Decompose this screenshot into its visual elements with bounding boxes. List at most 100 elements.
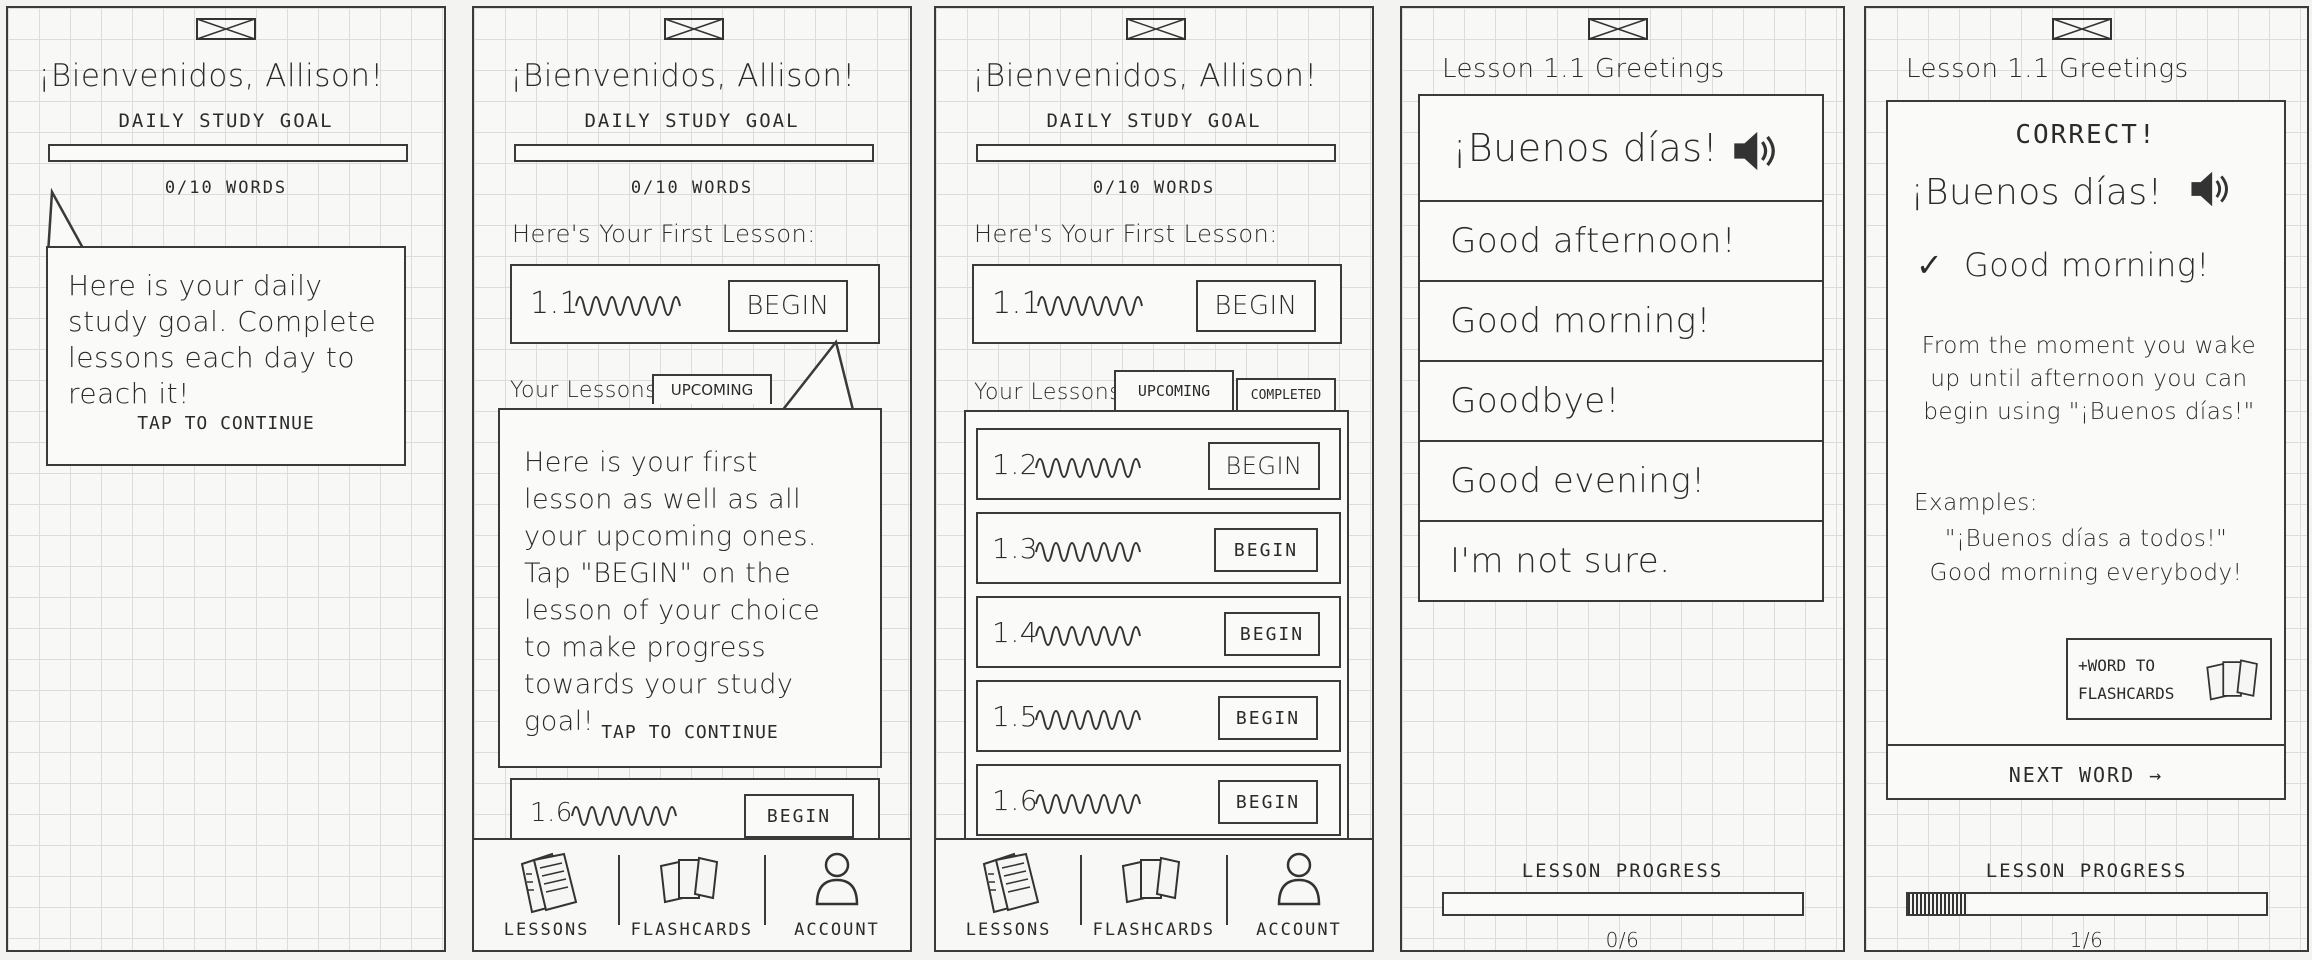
- screen-answer-result: Lesson 1.1 Greetings CORRECT! ¡Buenos dí…: [1864, 6, 2309, 952]
- tooltip-pointer: [777, 339, 856, 417]
- speaker-icon[interactable]: [1730, 128, 1782, 174]
- lesson-progress-label: LESSON PROGRESS: [1521, 860, 1724, 882]
- flashcards-icon: [2202, 654, 2264, 704]
- example-english: Good morning everybody!: [1929, 560, 2243, 586]
- logo-placeholder-icon: [196, 18, 256, 40]
- bottom-nav: LESSONS FLASHCARDS ACCOUNT: [474, 838, 910, 950]
- logo-placeholder-icon: [1588, 18, 1648, 40]
- begin-button[interactable]: BEGIN: [1208, 442, 1320, 490]
- add-to-flashcards-label: +WORD TO FLASHCARDS: [2078, 656, 2175, 703]
- lesson-title-scribble: [1034, 698, 1144, 738]
- lesson-card: 1.3 BEGIN: [976, 512, 1341, 584]
- check-icon: ✓: [1916, 246, 1944, 284]
- daily-goal-progress-bar: [48, 144, 408, 162]
- nav-lessons[interactable]: LESSONS: [936, 840, 1081, 950]
- lesson-title-scribble: [574, 284, 684, 324]
- quiz-prompt: ¡Buenos días!: [1452, 126, 1719, 170]
- logo-placeholder-icon: [664, 18, 724, 40]
- lesson-progress-fill: [1908, 894, 1968, 914]
- nav-flashcards-label: FLASHCARDS: [1092, 920, 1215, 940]
- daily-goal-label: DAILY STUDY GOAL: [1046, 110, 1262, 132]
- first-lesson-label: Here's Your First Lesson:: [512, 220, 816, 248]
- screen-lesson-intro: ¡Bienvenidos, Allison! DAILY STUDY GOAL …: [472, 6, 912, 952]
- result-prompt: ¡Buenos días!: [1910, 172, 2163, 213]
- correct-answer: Good morning!: [1963, 246, 2210, 284]
- daily-goal-progress-bar: [514, 144, 874, 162]
- lesson-number: 1.3: [992, 532, 1039, 565]
- your-lessons-label: Your Lessons:: [510, 378, 666, 403]
- lesson-title-scribble: [1034, 782, 1144, 822]
- begin-button[interactable]: BEGIN: [1218, 780, 1318, 824]
- quiz-panel: ¡Buenos días! Good afternoon! Good morni…: [1418, 94, 1824, 602]
- lesson-progress-text: 1/6: [2069, 928, 2104, 952]
- answer-option[interactable]: Good afternoon!: [1420, 200, 1822, 280]
- nav-lessons[interactable]: LESSONS: [474, 840, 619, 950]
- bottom-nav: LESSONS FLASHCARDS ACCOUNT: [936, 838, 1372, 950]
- daily-goal-label: DAILY STUDY GOAL: [584, 110, 800, 132]
- answer-option[interactable]: I'm not sure.: [1420, 520, 1822, 600]
- begin-button[interactable]: BEGIN: [1196, 280, 1316, 332]
- flashcards-icon: [1117, 854, 1187, 904]
- answer-option[interactable]: Good morning!: [1420, 280, 1822, 360]
- nav-flashcards[interactable]: FLASHCARDS: [1081, 840, 1226, 950]
- quiz-prompt-row: ¡Buenos días!: [1420, 96, 1822, 200]
- tab-completed[interactable]: COMPLETED: [1236, 378, 1336, 410]
- speaker-icon[interactable]: [2188, 168, 2234, 210]
- answer-option[interactable]: Good evening!: [1420, 440, 1822, 520]
- nav-lessons-label: LESSONS: [965, 920, 1052, 940]
- lesson-number: 1.2: [992, 448, 1039, 481]
- begin-button[interactable]: BEGIN: [728, 280, 848, 332]
- next-word-button[interactable]: NEXT WORD →: [1888, 744, 2284, 804]
- nav-account[interactable]: ACCOUNT: [1226, 840, 1371, 950]
- nav-account[interactable]: ACCOUNT: [764, 840, 909, 950]
- first-lesson-card: 1.1 BEGIN: [972, 264, 1342, 344]
- account-person-icon: [812, 850, 862, 906]
- lesson-card: 1.5 BEGIN: [976, 680, 1341, 752]
- begin-button[interactable]: BEGIN: [1224, 612, 1320, 656]
- tap-to-continue-button[interactable]: TAP TO CONTINUE: [500, 722, 880, 743]
- welcome-heading: ¡Bienvenidos, Allison!: [510, 58, 856, 94]
- flashcards-icon: [655, 854, 725, 904]
- lesson-tooltip[interactable]: Here is your first lesson as well as all…: [498, 408, 882, 768]
- begin-button[interactable]: BEGIN: [1218, 696, 1318, 740]
- daily-goal-label: DAILY STUDY GOAL: [118, 110, 334, 132]
- lesson-number: 1.6: [530, 798, 573, 828]
- your-lessons-label: Your Lessons:: [974, 380, 1130, 405]
- lesson-number: 1.1: [530, 286, 580, 321]
- tap-to-continue-button[interactable]: TAP TO CONTINUE: [48, 413, 404, 434]
- examples-label: Examples:: [1914, 490, 2039, 516]
- lesson-title-scribble: [570, 794, 680, 834]
- lesson-number: 1.5: [992, 700, 1039, 733]
- nav-lessons-label: LESSONS: [503, 920, 590, 940]
- first-lesson-card: 1.1 BEGIN: [510, 264, 880, 344]
- begin-button[interactable]: BEGIN: [1214, 528, 1318, 572]
- lesson-card: 1.4 BEGIN: [976, 596, 1341, 668]
- screen-lessons-list: ¡Bienvenidos, Allison! DAILY STUDY GOAL …: [934, 6, 1374, 952]
- tab-upcoming[interactable]: UPCOMING: [652, 374, 772, 404]
- lessons-book-icon: [976, 850, 1046, 914]
- lesson-number: 1.4: [992, 616, 1039, 649]
- goal-tooltip[interactable]: Here is your daily study goal. Complete …: [46, 246, 406, 466]
- lesson-card: 1.2 BEGIN: [976, 428, 1341, 500]
- goal-tooltip-text: Here is your daily study goal. Complete …: [68, 269, 377, 410]
- answer-option[interactable]: Goodbye!: [1420, 360, 1822, 440]
- lessons-book-icon: [514, 850, 584, 914]
- nav-flashcards-label: FLASHCARDS: [630, 920, 753, 940]
- tab-upcoming[interactable]: UPCOMING: [1114, 370, 1234, 410]
- lesson-title: Lesson 1.1 Greetings: [1442, 54, 1725, 84]
- logo-placeholder-icon: [1126, 18, 1186, 40]
- add-to-flashcards-button[interactable]: +WORD TO FLASHCARDS: [2066, 638, 2272, 720]
- lesson-title-scribble: [1034, 614, 1144, 654]
- lesson-title-scribble: [1034, 446, 1144, 486]
- nav-flashcards[interactable]: FLASHCARDS: [619, 840, 764, 950]
- lesson-tooltip-text: Here is your first lesson as well as all…: [524, 447, 821, 737]
- words-progress-text: 0/10 WORDS: [1092, 178, 1216, 198]
- lesson-progress-label: LESSON PROGRESS: [1985, 860, 2188, 882]
- nav-account-label: ACCOUNT: [794, 920, 880, 940]
- welcome-heading: ¡Bienvenidos, Allison!: [972, 58, 1318, 94]
- first-lesson-label: Here's Your First Lesson:: [974, 220, 1278, 248]
- nav-account-label: ACCOUNT: [1256, 920, 1342, 940]
- correct-answer-row: ✓ Good morning!: [1916, 246, 2210, 284]
- begin-button[interactable]: BEGIN: [744, 794, 854, 838]
- lesson-title: Lesson 1.1 Greetings: [1906, 54, 2189, 84]
